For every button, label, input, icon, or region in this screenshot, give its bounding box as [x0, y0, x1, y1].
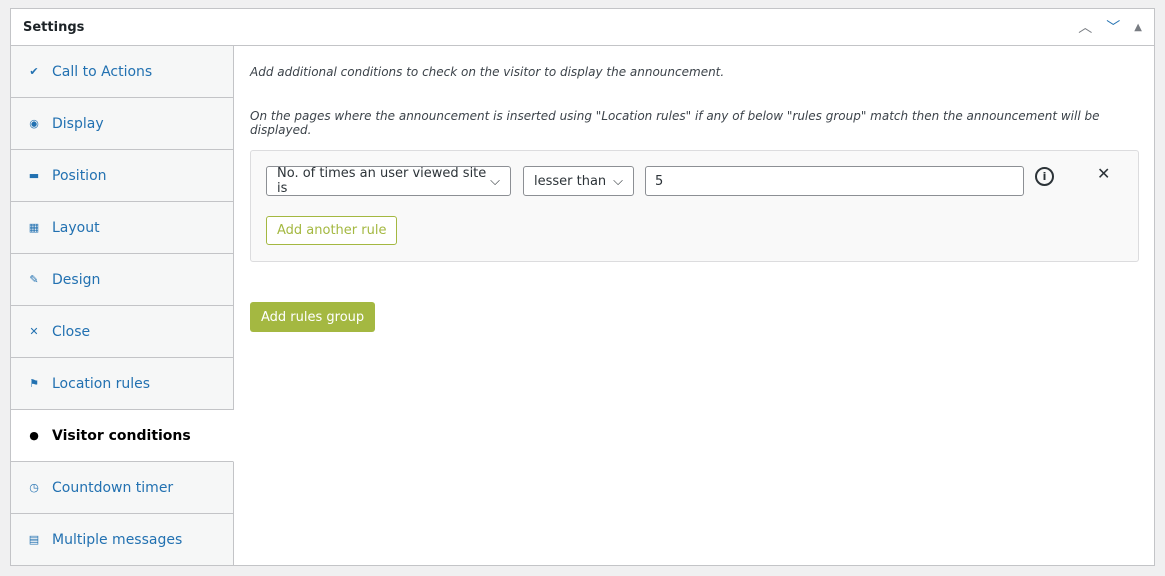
sidebar-item-visitor-conditions[interactable]: ● Visitor conditions: [11, 410, 234, 462]
sidebar-item-label: Close: [52, 323, 91, 340]
sidebar-item-label: Countdown timer: [52, 479, 174, 496]
remove-rule-icon[interactable]: ✕: [1097, 164, 1110, 183]
sidebar-item-label: Layout: [52, 219, 100, 236]
sidebar-item-label: Location rules: [52, 375, 151, 392]
sidebar-item-design[interactable]: ✎ Design: [11, 254, 233, 306]
rule-operator-select[interactable]: lesser than ⌵: [523, 166, 634, 196]
collapse-toggle-icon[interactable]: ▲: [1134, 22, 1142, 33]
visitor-conditions-icon: ●: [29, 429, 39, 442]
main-content: Add additional conditions to check on th…: [235, 46, 1154, 565]
multiple-messages-icon: ▤: [28, 533, 40, 546]
add-another-rule-button[interactable]: Add another rule: [266, 216, 398, 245]
description-location-rules: On the pages where the announcement is i…: [250, 109, 1100, 137]
call-to-actions-icon: ✔: [29, 65, 39, 78]
sidebar-item-close[interactable]: ✕ Close: [11, 306, 233, 358]
move-up-icon[interactable]: ︿: [1078, 17, 1092, 37]
add-rules-group-button[interactable]: Add rules group: [250, 302, 376, 332]
sidebar-item-countdown-timer[interactable]: ◷ Countdown timer: [11, 462, 233, 514]
move-down-icon[interactable]: ﹀: [1106, 17, 1120, 37]
sidebar-item-label: Design: [52, 271, 101, 288]
close-icon: ✕: [29, 325, 39, 338]
position-icon: ▬: [28, 169, 40, 182]
chevron-down-icon: ⌵: [490, 173, 500, 189]
sidebar-item-position[interactable]: ▬ Position: [11, 150, 233, 202]
rule-field-select[interactable]: No. of times an user viewed site is ⌵: [266, 166, 511, 196]
description: Add additional conditions to check on th…: [250, 65, 725, 79]
sidebar-item-label: Call to Actions: [52, 63, 153, 80]
sidebar-item-label: Multiple messages: [52, 531, 183, 548]
sidebar: ✔ Call to Actions ◉ Display ▬ Position ▦ Layout…: [11, 46, 234, 566]
countdown-timer-icon: ◷: [29, 481, 39, 494]
sidebar-item-location-rules[interactable]: ⚑ Location rules: [11, 358, 233, 410]
design-icon: ✎: [29, 273, 39, 286]
rule-value-input[interactable]: 5: [645, 166, 1024, 196]
location-rules-icon: ⚑: [29, 377, 39, 390]
sidebar-item-display[interactable]: ◉ Display: [11, 98, 233, 150]
settings-panel: Settings ︿ ﹀ ▲ ✔ Call to Actions ◉ Display ▬…: [10, 8, 1155, 566]
info-icon[interactable]: i: [1035, 167, 1054, 186]
rule-value: 5: [655, 173, 664, 189]
display-icon: ◉: [29, 117, 39, 130]
chevron-down-icon: ⌵: [613, 173, 623, 189]
panel-title: Settings: [23, 19, 85, 35]
rule-field-value: No. of times an user viewed site is: [277, 166, 487, 196]
sidebar-item-label: Visitor conditions: [52, 427, 191, 444]
sidebar-item-call-to-actions[interactable]: ✔ Call to Actions: [11, 46, 233, 98]
layout-icon: ▦: [28, 221, 40, 234]
sidebar-item-label: Display: [52, 115, 104, 132]
sidebar-item-label: Position: [52, 167, 107, 184]
sidebar-item-multiple-messages[interactable]: ▤ Multiple messages: [11, 514, 233, 566]
sidebar-item-layout[interactable]: ▦ Layout: [11, 202, 233, 254]
panel-header: Settings ︿ ﹀ ▲: [11, 9, 1154, 46]
rules-group: No. of times an user viewed site is ⌵ les…: [250, 150, 1139, 262]
rule-operator-value: lesser than: [534, 173, 607, 189]
